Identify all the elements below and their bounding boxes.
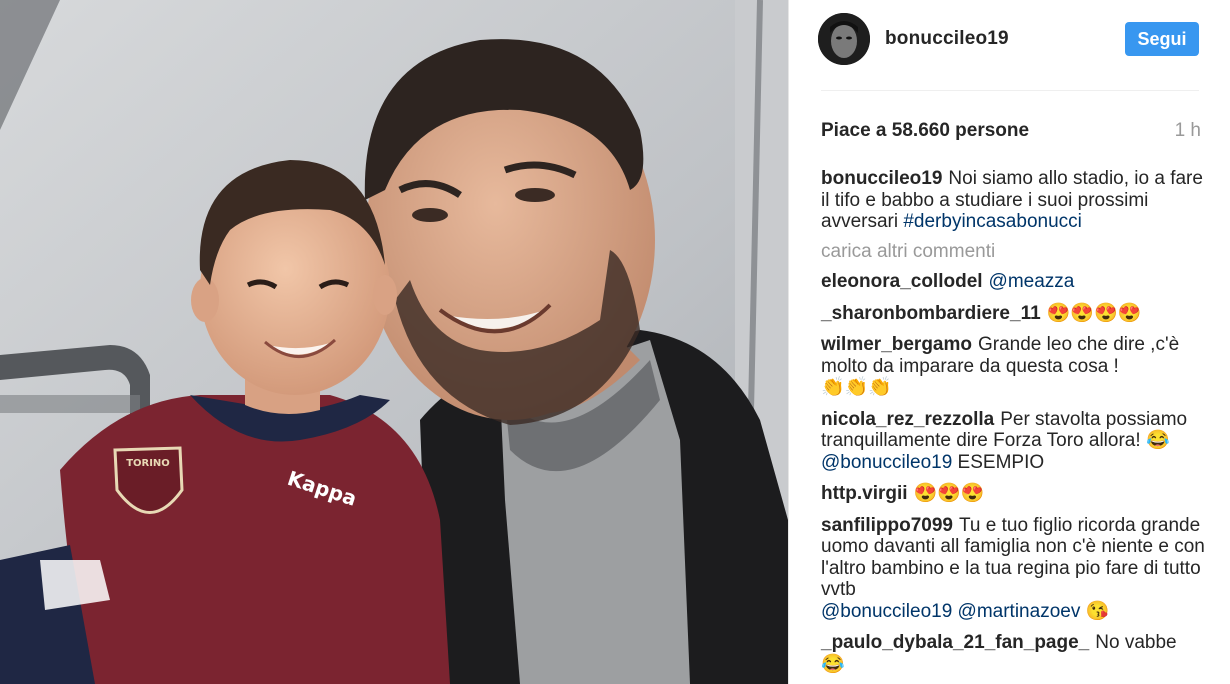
comment-text: No vabbe [1095, 632, 1177, 653]
photo-illustration: TORINO Kappa [0, 0, 788, 684]
post-caption: bonuccileo19 Noi siamo allo stadio, io a … [821, 168, 1206, 233]
comment-author[interactable]: nicola_rez_rezzolla [821, 409, 994, 430]
comment-item: nicola_rez_rezzolla Per stavolta possiamo… [821, 409, 1206, 474]
comment-emoji: 😂 [1145, 430, 1170, 451]
avatar[interactable] [818, 13, 870, 65]
comment-author[interactable]: eleonora_collodel [821, 271, 983, 292]
comment-item: wilmer_bergamo Grande leo che dire ,c'è m… [821, 334, 1206, 399]
comment-author[interactable]: wilmer_bergamo [821, 334, 972, 355]
avatar-image [818, 13, 870, 65]
comment-item: http.virgii 😍😍😍 [821, 483, 1206, 505]
post-timestamp[interactable]: 1 h [1175, 120, 1201, 142]
follow-button[interactable]: Segui [1125, 22, 1199, 56]
comment-text-after: ESEMPIO [957, 451, 1045, 473]
instagram-post: TORINO Kappa bonuccileo19 Segui Piace a … [0, 0, 1230, 684]
comment-emoji: 😍😍😍 [913, 483, 985, 504]
comment-emoji: 😍😍😍😍 [1046, 302, 1142, 324]
comment-item: eleonora_collodel @meazza [821, 271, 1206, 293]
comment-mention[interactable]: @bonuccileo19 [821, 452, 952, 473]
comment-emoji: 👏👏👏 [821, 377, 892, 398]
comment-mention[interactable]: @bonuccileo19 [821, 601, 952, 622]
comment-author[interactable]: _sharonbombardiere_11 [821, 303, 1041, 324]
comment-mention[interactable]: @meazza [989, 271, 1075, 292]
badge-text: TORINO [126, 458, 170, 469]
comment-item: sanfilippo7099 Tu e tuo figlio ricorda gr… [821, 515, 1206, 623]
likes-row: Piace a 58.660 persone 1 h [821, 120, 1201, 144]
comment-item: _sharonbombardiere_11 😍😍😍😍 [821, 303, 1206, 325]
comment-mention-2[interactable]: @martinazoev [958, 601, 1081, 622]
header-divider [821, 90, 1199, 91]
post-side-panel: bonuccileo19 Segui Piace a 58.660 person… [788, 0, 1230, 684]
comment-author[interactable]: http.virgii [821, 483, 908, 504]
comment-emoji: 😘 [1085, 600, 1110, 622]
caption-hashtag[interactable]: #derbyincasabonucci [903, 211, 1082, 232]
comment-author[interactable]: bonuccileo19 [821, 168, 942, 189]
post-header: bonuccileo19 Segui [789, 0, 1230, 92]
likes-count[interactable]: Piace a 58.660 persone [821, 120, 1029, 142]
comment-author[interactable]: _paulo_dybala_21_fan_page_ [821, 632, 1089, 653]
comment-item: _paulo_dybala_21_fan_page_ No vabbe 😂 [821, 632, 1206, 675]
load-more-comments[interactable]: carica altri commenti [821, 241, 1206, 263]
comment-author[interactable]: sanfilippo7099 [821, 515, 953, 536]
comment-emoji: 😂 [821, 653, 845, 675]
post-photo[interactable]: TORINO Kappa [0, 0, 788, 684]
post-author-username[interactable]: bonuccileo19 [885, 28, 1009, 50]
comments-list: bonuccileo19 Noi siamo allo stadio, io a … [821, 168, 1206, 684]
